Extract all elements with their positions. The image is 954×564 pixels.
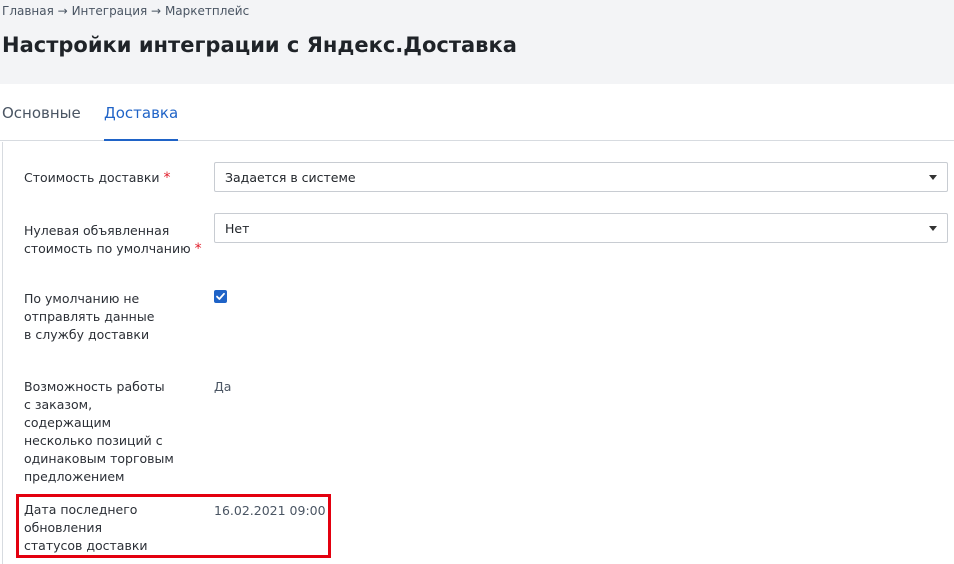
- zero-declared-value-select[interactable]: Нет: [214, 213, 948, 243]
- breadcrumb-separator: →: [151, 4, 162, 18]
- zero-declared-value-label: Нулевая объявленная стоимость по умолчан…: [24, 223, 202, 257]
- breadcrumb-separator: →: [57, 4, 68, 18]
- tab-bar: Основные Доставка: [0, 84, 954, 141]
- checkmark-icon: [216, 292, 225, 300]
- required-marker: *: [194, 241, 202, 257]
- tab-delivery[interactable]: Доставка: [104, 104, 179, 141]
- delivery-cost-selected-value: Задается в системе: [225, 170, 356, 185]
- multi-position-value: Да: [214, 379, 232, 394]
- delivery-cost-select[interactable]: Задается в системе: [214, 162, 948, 192]
- settings-form: Стоимость доставки * Задается в системе …: [2, 142, 954, 564]
- highlight-frame: [16, 494, 331, 558]
- breadcrumb-item-integration[interactable]: Интеграция: [72, 4, 148, 18]
- multi-position-label: Возможность работы с заказом, содержащим…: [24, 379, 174, 484]
- page-header: Главная → Интеграция → Маркетплейс Настр…: [0, 0, 954, 84]
- required-marker: *: [163, 170, 171, 186]
- page-title: Настройки интеграции с Яндекс.Доставка: [2, 33, 517, 57]
- breadcrumb-item-home[interactable]: Главная: [2, 4, 54, 18]
- caret-down-icon: [929, 226, 937, 231]
- tab-main[interactable]: Основные: [2, 104, 81, 141]
- no-send-default-label: По умолчанию не отправлять данные в служ…: [24, 291, 155, 342]
- zero-declared-value-selected-value: Нет: [225, 221, 250, 236]
- caret-down-icon: [929, 175, 937, 180]
- delivery-cost-label: Стоимость доставки *: [24, 170, 171, 186]
- no-send-default-checkbox[interactable]: [214, 290, 227, 303]
- breadcrumb: Главная → Интеграция → Маркетплейс: [2, 4, 249, 18]
- breadcrumb-item-marketplace: Маркетплейс: [164, 4, 250, 18]
